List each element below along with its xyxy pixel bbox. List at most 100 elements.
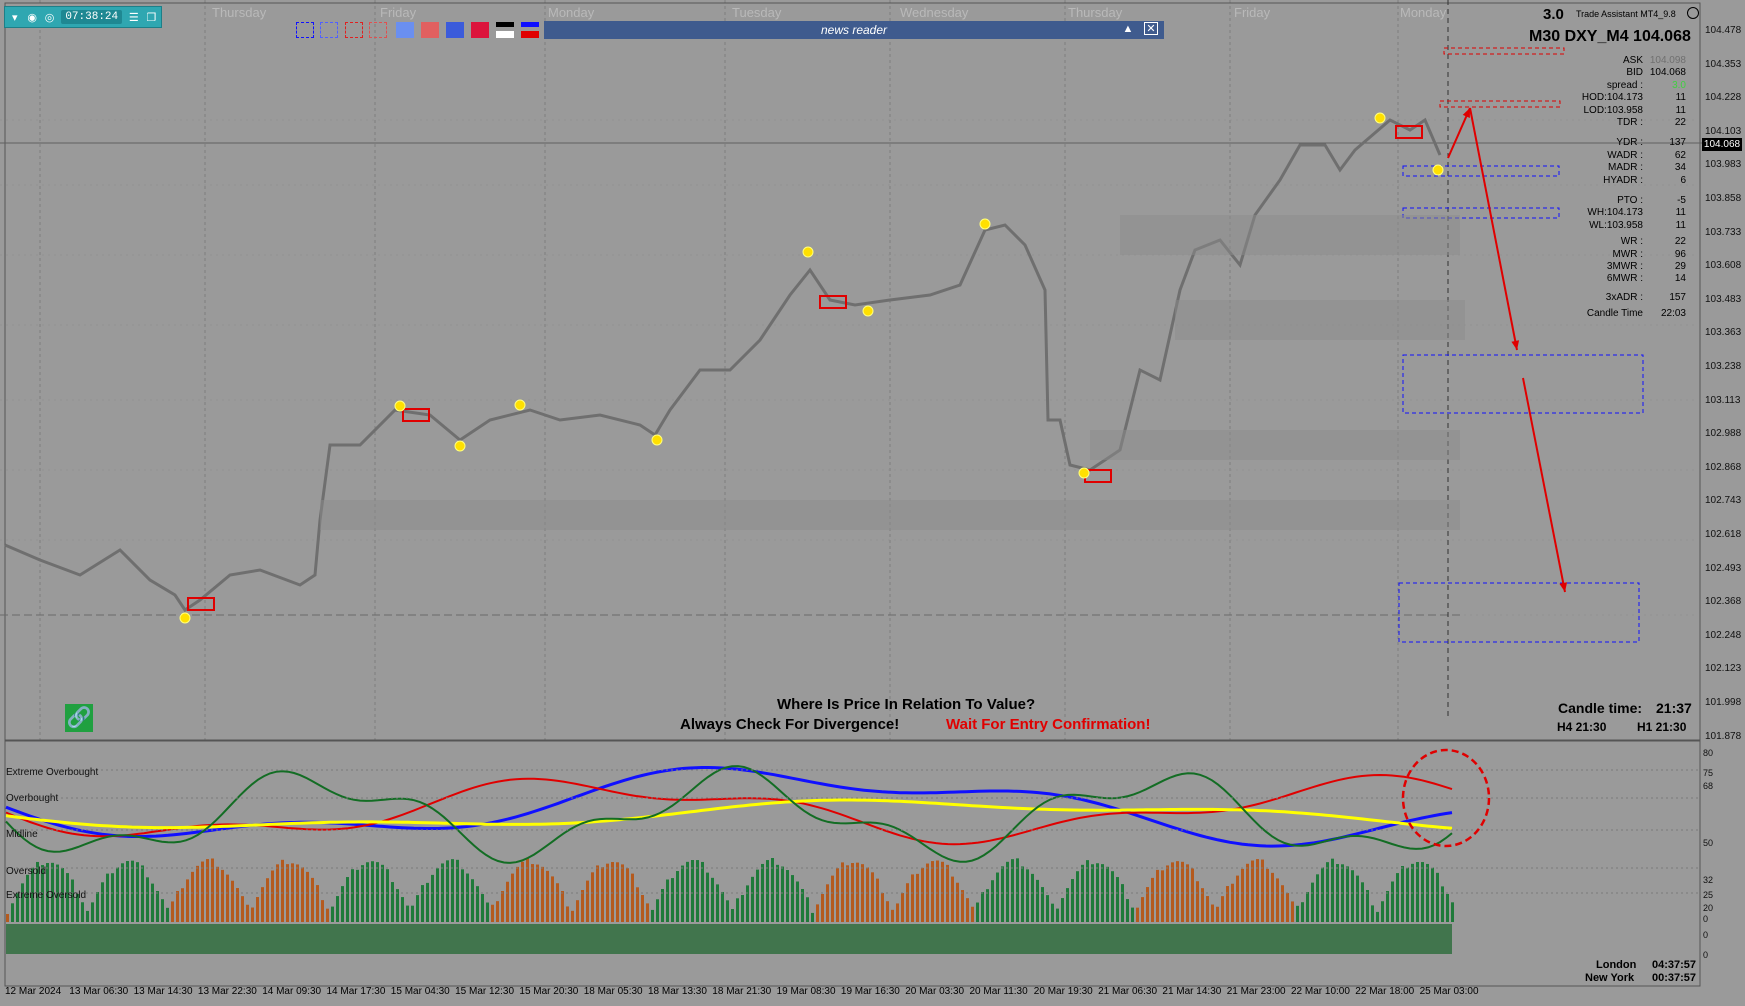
histogram-bar xyxy=(546,870,549,922)
histogram-bar xyxy=(1311,882,1314,922)
collapse-icon[interactable]: ▲ xyxy=(1120,22,1136,36)
time-axis-label: 18 Mar 13:30 xyxy=(648,986,707,997)
news-reader-bar[interactable]: news reader ▲ ✕ xyxy=(544,21,1164,39)
price-axis-label: 103.238 xyxy=(1705,361,1742,372)
main-panel-border xyxy=(4,2,1701,741)
histogram-bar xyxy=(956,882,959,922)
histogram-bar xyxy=(11,903,14,922)
eye-icon[interactable]: ◎ xyxy=(44,9,55,25)
stat-value: 3.0 xyxy=(1672,79,1686,91)
histogram-bar xyxy=(1161,870,1164,922)
dropdown-icon[interactable]: ▾ xyxy=(9,9,20,25)
histogram-bar xyxy=(1421,862,1424,922)
histogram-bar xyxy=(1361,882,1364,922)
swatch-blue-rect[interactable] xyxy=(296,22,314,38)
price-axis-label: 102.618 xyxy=(1705,529,1742,540)
histogram-bar xyxy=(676,871,679,922)
swatch-black-white[interactable] xyxy=(496,22,514,38)
oscillator-panel xyxy=(5,748,1698,954)
histogram-bar xyxy=(1141,897,1144,922)
histogram-bar xyxy=(1401,866,1404,922)
histogram-bar xyxy=(361,865,364,922)
histogram-bar xyxy=(206,859,209,922)
histogram-bar xyxy=(826,884,829,922)
histogram-bar xyxy=(1116,877,1119,922)
time-axis-label: 21 Mar 06:30 xyxy=(1098,986,1158,997)
histogram-bar xyxy=(1001,866,1004,922)
histogram-bar xyxy=(1241,868,1244,922)
histogram-bar xyxy=(1131,907,1134,922)
stat-value: 11 xyxy=(1675,219,1686,231)
restore-icon[interactable]: ❐ xyxy=(146,9,157,25)
stat-value: 22 xyxy=(1674,236,1686,248)
h4-time: H4 21:30 xyxy=(1557,720,1607,734)
swatch-blue-dashed[interactable] xyxy=(320,22,338,38)
histogram-bar xyxy=(591,872,594,922)
histogram-bar xyxy=(96,891,99,922)
histogram-bar xyxy=(1256,859,1259,922)
swatch-red-dashed[interactable] xyxy=(369,22,387,38)
price-axis-label: 104.103 xyxy=(1705,125,1742,137)
menu-icon[interactable]: ☰ xyxy=(128,9,139,25)
histogram-bar xyxy=(1381,901,1384,922)
histogram-bar xyxy=(241,896,244,922)
camera-icon[interactable]: ◉ xyxy=(26,9,37,25)
swatch-blue[interactable] xyxy=(446,22,464,38)
histogram-bar xyxy=(476,886,479,922)
histogram-bar xyxy=(446,860,449,922)
price-axis-label: 104.478 xyxy=(1705,25,1742,36)
session-ny-time: 00:37:57 xyxy=(1652,972,1697,984)
histogram-bar xyxy=(1321,867,1324,922)
histogram-bar xyxy=(146,877,149,922)
oscillator-scale-label: 68 xyxy=(1703,781,1714,791)
swatch-light-blue[interactable] xyxy=(396,22,414,38)
price-axis-label: 103.363 xyxy=(1705,327,1742,339)
histogram-bar xyxy=(1316,874,1319,922)
histogram-bar xyxy=(451,859,454,922)
stat-label: Candle Time xyxy=(1586,308,1643,320)
histogram-bar xyxy=(1046,895,1049,922)
price-chart[interactable] xyxy=(0,0,1745,1006)
time-axis-label: 14 Mar 17:30 xyxy=(326,986,386,997)
swatch-blue-red[interactable] xyxy=(521,22,539,38)
histogram-bar xyxy=(351,869,354,922)
histogram-bar xyxy=(81,902,84,922)
settings-toggle[interactable] xyxy=(1687,7,1699,19)
histogram-bar xyxy=(376,862,379,922)
histogram-bar xyxy=(1011,859,1014,922)
link-icon[interactable]: 🔗 xyxy=(65,704,93,732)
star-marker xyxy=(454,440,466,452)
histogram-bar xyxy=(251,907,254,922)
banner-divergence: Always Check For Divergence! xyxy=(680,716,900,733)
swatch-crimson[interactable] xyxy=(471,22,489,38)
arrow-head xyxy=(1559,582,1568,592)
label-overbought: Overbought xyxy=(6,793,59,804)
price-axis-label: 103.858 xyxy=(1705,193,1742,204)
stat-label: LOD:103.958 xyxy=(1583,104,1644,116)
stat-label: WADR : xyxy=(1607,149,1643,161)
histogram-bar xyxy=(846,865,849,922)
histogram-bar xyxy=(931,861,934,922)
stat-value: 96 xyxy=(1674,248,1686,260)
histogram-bar xyxy=(586,880,589,922)
day-label: Tuesday xyxy=(732,5,782,20)
session-ny-name: New York xyxy=(1585,972,1635,984)
histogram-bar xyxy=(886,901,889,922)
time-axis-label: 22 Mar 10:00 xyxy=(1291,986,1350,997)
histogram-bar xyxy=(1431,867,1434,922)
histogram-bar xyxy=(616,862,619,922)
stat-value: 11 xyxy=(1675,92,1686,104)
session-london-name: London xyxy=(1596,959,1637,971)
histogram-bar xyxy=(1436,872,1439,922)
swatch-light-red[interactable] xyxy=(421,22,439,38)
oscillator-scale-label: 50 xyxy=(1703,838,1714,848)
histogram-bar xyxy=(281,859,284,922)
stat-label: HOD:104.173 xyxy=(1581,92,1643,104)
histogram-bar xyxy=(6,914,9,922)
close-icon[interactable]: ✕ xyxy=(1144,22,1158,35)
histogram-bar xyxy=(571,910,574,922)
swatch-red-rect[interactable] xyxy=(345,22,363,38)
histogram-bar xyxy=(721,891,724,922)
day-label: Wednesday xyxy=(900,5,969,20)
histogram-bar xyxy=(1136,907,1139,922)
